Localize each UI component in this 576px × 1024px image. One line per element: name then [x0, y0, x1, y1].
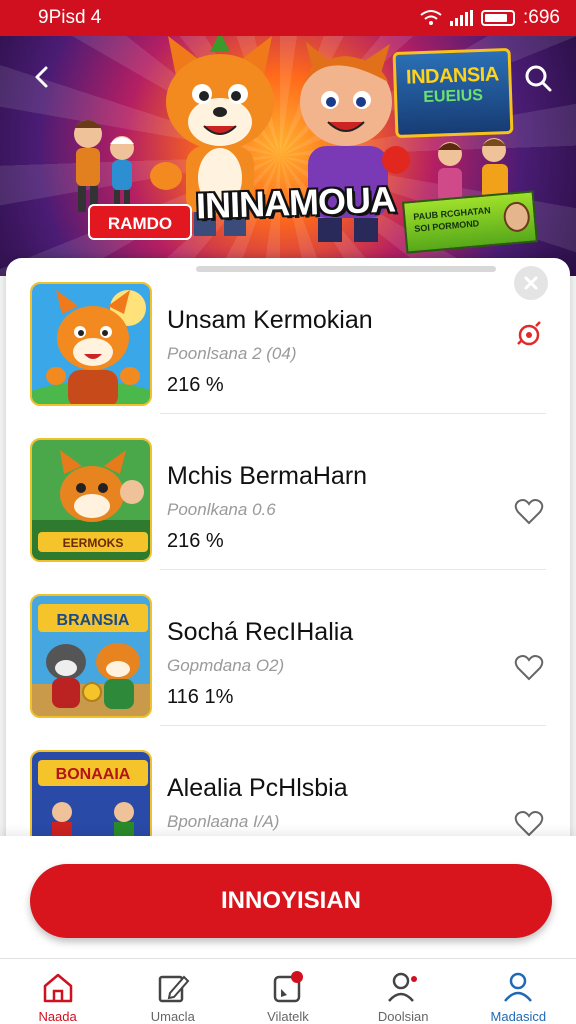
battery-level: :696 [523, 7, 560, 28]
search-button[interactable] [522, 62, 554, 94]
heart-icon [514, 811, 544, 837]
item-title: Sochá RecIHalia [167, 618, 354, 646]
nav-label: Vilatelk [267, 1009, 309, 1024]
heart-icon [514, 655, 544, 681]
edit-icon [158, 975, 190, 1003]
thumb-label: EERMOKS [63, 536, 124, 550]
nav-label: Doolsian [377, 1009, 429, 1024]
promo-text: PAUB RCGHATAN SOI PORMOND [412, 205, 491, 234]
banner-poster: INDANSIA EUEIUS [392, 47, 514, 139]
item-subtitle: Bponlaana I/A) [167, 812, 280, 831]
game-thumbnail: BRANSIA [30, 594, 152, 718]
thumb-label: BONAAIA [56, 766, 131, 783]
list-item[interactable]: Unsam Kermokian Poonlsana 2 (04) 216 % [6, 258, 570, 414]
hero-banner: INDANSIA EUEIUS RAMDO ININAMOUA PAUB RCG… [0, 36, 576, 276]
banner-title: ININAMOUA [195, 178, 396, 227]
status-time: 9Pisd 4 [38, 7, 102, 28]
primary-action-button[interactable]: INNOYISIAN [30, 864, 552, 938]
bottom-nav: Naada Umacla Vilatelk Doolsian Madasicd [0, 958, 576, 1024]
wifi-icon [420, 10, 442, 25]
nav-label: Naada [38, 1009, 77, 1024]
favorite-button[interactable] [514, 654, 544, 682]
nav-item-home[interactable]: Naada [0, 959, 115, 1024]
home-icon [43, 973, 72, 1003]
item-title: Mchis BermaHarn [167, 462, 368, 490]
game-list-sheet: Unsam Kermokian Poonlsana 2 (04) 216 % E… [6, 258, 570, 858]
item-value: 216 % [167, 374, 224, 396]
notification-icon [273, 971, 303, 1003]
favorite-button[interactable] [514, 320, 544, 348]
item-title: Alealia PcHlsbia [167, 774, 348, 802]
banner-characters-left [74, 120, 134, 212]
item-subtitle: Gopmdana O2) [167, 656, 285, 675]
item-value: 116 1% [167, 686, 234, 708]
favorite-button[interactable] [514, 498, 544, 526]
list-item[interactable]: EERMOKS Mchis BermaHarn Poonlkana 0.6 21… [6, 414, 570, 570]
heart-icon [514, 499, 544, 525]
item-title: Unsam Kermokian [167, 306, 373, 334]
search-icon [525, 65, 552, 92]
item-subtitle: Poonlsana 2 (04) [167, 344, 297, 363]
poster-title: INDANSIA [405, 63, 500, 89]
game-thumbnail: EERMOKS [30, 438, 152, 562]
nav-label: Madasicd [490, 1009, 547, 1024]
target-icon [517, 321, 541, 346]
list-item[interactable]: BRANSIA Sochá RecIHalia Gopmdana O2) 116… [6, 570, 570, 726]
thumb-label: BRANSIA [57, 612, 130, 629]
banner-tag-button[interactable]: RAMDO [88, 204, 192, 240]
status-icons: :696 [420, 7, 560, 29]
nav-item-profile[interactable]: Madasicd [461, 959, 576, 1024]
item-value: 216 % [167, 530, 224, 552]
chevron-left-icon [35, 66, 48, 88]
status-bar: 9Pisd 4 :696 [0, 0, 576, 36]
game-thumbnail [30, 282, 152, 406]
cta-area: INNOYISIAN [0, 836, 576, 958]
promo-avatar [502, 200, 531, 233]
battery-icon [481, 10, 516, 26]
nav-item-friends[interactable]: Doolsian [346, 959, 461, 1024]
nav-item-notifications[interactable]: Vilatelk [230, 959, 345, 1024]
nav-item-edit[interactable]: Umacla [115, 959, 230, 1024]
nav-label: Umacla [150, 1009, 195, 1024]
signal-icon [450, 10, 474, 26]
item-subtitle: Poonlkana 0.6 [167, 500, 276, 519]
favorite-button[interactable] [514, 810, 544, 838]
person-add-icon [388, 972, 418, 1002]
profile-icon [504, 972, 533, 1002]
back-button[interactable] [26, 60, 60, 94]
